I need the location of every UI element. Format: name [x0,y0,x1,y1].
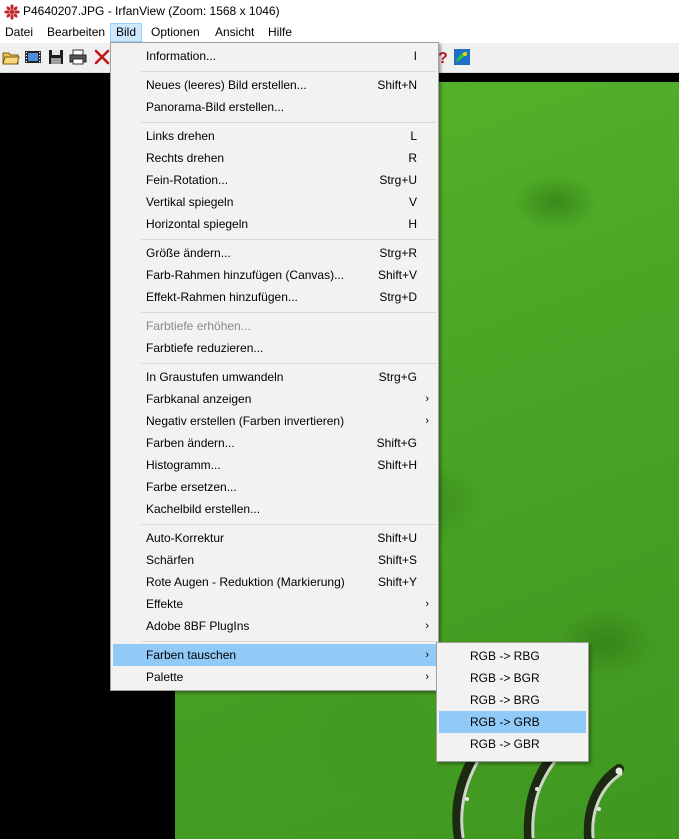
menu-item-resize[interactable]: Größe ändern... Strg+R [113,242,436,264]
menu-item-rotate-left[interactable]: Links drehen L [113,125,436,147]
menu-item-histogram[interactable]: Histogramm... Shift+H [113,454,436,476]
chevron-right-icon: › [425,620,429,632]
menu-separator [141,363,436,364]
menu-item-new-image[interactable]: Neues (leeres) Bild erstellen... Shift+N [113,74,436,96]
submenu-item-rgb-bgr[interactable]: RGB -> BGR [439,667,586,689]
menu-separator [141,122,436,123]
menu-item-flip-vertical[interactable]: Vertikal spiegeln V [113,191,436,213]
menu-item-rotate-right[interactable]: Rechts drehen R [113,147,436,169]
menu-item-effect-border[interactable]: Effekt-Rahmen hinzufügen... Strg+D [113,286,436,308]
menu-separator [141,312,436,313]
menu-item-increase-depth: Farbtiefe erhöhen... [146,319,251,333]
submenu-item-rgb-gbr[interactable]: RGB -> GBR [439,733,586,755]
menu-item-fine-rotation[interactable]: Fein-Rotation... Strg+U [113,169,436,191]
open-folder-icon[interactable] [2,48,20,66]
menu-separator [141,524,436,525]
menu-item-swap-colors[interactable]: Farben tauschen › [113,644,436,666]
menu-bearbeiten[interactable]: Bearbeiten [42,23,110,42]
submenu-item-rgb-brg[interactable]: RGB -> BRG [439,689,586,711]
menu-item-flip-horizontal[interactable]: Horizontal spiegeln H [113,213,436,235]
delete-icon[interactable] [93,48,111,66]
menu-datei[interactable]: Datei [0,23,38,42]
menu-item-grayscale[interactable]: In Graustufen umwandeln Strg+G [113,366,436,388]
menu-item-red-eye[interactable]: Rote Augen - Reduktion (Markierung) Shift… [113,571,436,593]
svg-text:?: ? [438,50,448,66]
menu-hilfe[interactable]: Hilfe [263,23,297,42]
chevron-right-icon: › [425,649,429,661]
irfanview-app-icon[interactable] [4,4,20,20]
menu-ansicht[interactable]: Ansicht [210,23,259,42]
submenu-item-rgb-rbg[interactable]: RGB -> RBG [439,645,586,667]
window-title: P4640207.JPG - IrfanView (Zoom: 1568 x 1… [23,4,280,18]
menu-item-decrease-depth[interactable]: Farbtiefe reduzieren... [113,337,436,359]
swap-colors-submenu: RGB -> RBG RGB -> BGR RGB -> BRG RGB -> … [436,642,589,762]
menu-item-tile-image[interactable]: Kachelbild erstellen... [113,498,436,520]
chevron-right-icon: › [425,393,429,405]
bild-menu: Information... I Neues (leeres) Bild erst… [110,42,439,691]
menu-bar: Datei Bearbeiten Bild Optionen Ansicht H… [0,23,679,43]
submenu-item-rgb-grb[interactable]: RGB -> GRB [439,711,586,733]
menu-item-sharpen[interactable]: Schärfen Shift+S [113,549,436,571]
chevron-right-icon: › [425,598,429,610]
menu-item-add-canvas[interactable]: Farb-Rahmen hinzufügen (Canvas)... Shift+… [113,264,436,286]
menu-optionen[interactable]: Optionen [146,23,205,42]
menu-item-palette[interactable]: Palette › [113,666,436,688]
menu-separator [141,641,436,642]
menu-item-negative[interactable]: Negativ erstellen (Farben invertieren) › [113,410,436,432]
print-icon[interactable] [69,48,87,66]
title-bar: P4640207.JPG - IrfanView (Zoom: 1568 x 1… [0,0,679,23]
paint-icon[interactable] [453,48,471,66]
menu-item-auto-correct[interactable]: Auto-Korrektur Shift+U [113,527,436,549]
filmstrip-icon[interactable] [24,48,42,66]
menu-item-adobe-plugins[interactable]: Adobe 8BF PlugIns › [113,615,436,637]
menu-separator [141,71,436,72]
chevron-right-icon: › [425,415,429,427]
menu-item-effects[interactable]: Effekte › [113,593,436,615]
menu-item-change-colors[interactable]: Farben ändern... Shift+G [113,432,436,454]
menu-item-show-channel[interactable]: Farbkanal anzeigen › [113,388,436,410]
save-icon[interactable] [47,48,65,66]
chevron-right-icon: › [425,671,429,683]
menu-item-information[interactable]: Information... I [113,45,436,67]
menu-separator [141,239,436,240]
menu-item-panorama[interactable]: Panorama-Bild erstellen... [113,96,436,118]
menu-item-replace-color[interactable]: Farbe ersetzen... [113,476,436,498]
menu-bild[interactable]: Bild [110,23,143,42]
